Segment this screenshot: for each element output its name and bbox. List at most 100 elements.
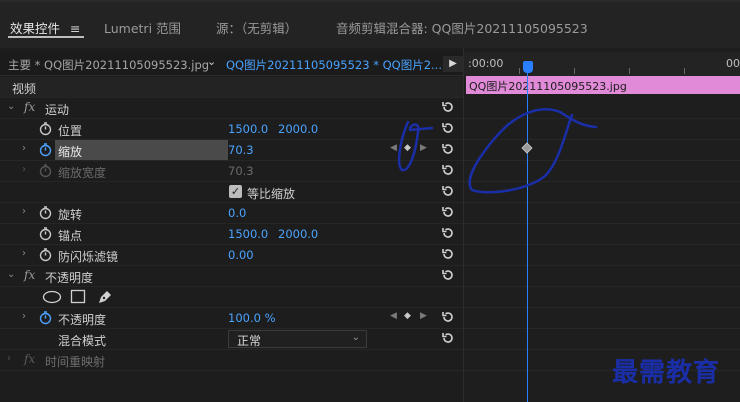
sequence-clip-label[interactable]: QQ图片20211105095523 * QQ图片2... bbox=[226, 57, 442, 73]
timeline-row bbox=[464, 161, 740, 182]
stopwatch-icon[interactable] bbox=[38, 247, 53, 262]
ruler-tick bbox=[684, 68, 685, 74]
time-remap-row[interactable]: › fx 时间重映射 bbox=[0, 350, 463, 371]
timeline-row bbox=[464, 245, 740, 266]
tab-source[interactable]: 源：（无剪辑） bbox=[216, 18, 297, 37]
chevron-down-icon[interactable]: ⌄ bbox=[7, 269, 15, 280]
watermark-logo: 最需教育 bbox=[612, 358, 721, 388]
playhead-line[interactable] bbox=[527, 72, 528, 402]
blend-mode-select[interactable]: 正常 ⌄ bbox=[228, 330, 367, 348]
reset-icon[interactable] bbox=[441, 247, 455, 261]
next-keyframe-icon[interactable]: ▶ bbox=[420, 311, 427, 321]
timeline-row bbox=[464, 329, 740, 350]
next-keyframe-icon[interactable]: ▶ bbox=[420, 143, 427, 153]
reset-icon[interactable] bbox=[441, 268, 455, 282]
stopwatch-icon[interactable] bbox=[38, 121, 53, 136]
chevron-down-icon[interactable]: ⌄ bbox=[207, 55, 216, 68]
pen-mask-icon[interactable] bbox=[97, 289, 113, 305]
ruler-tick bbox=[519, 68, 520, 74]
master-clip-label[interactable]: 主要 * QQ图片20211105095523.jpg bbox=[8, 57, 209, 73]
antiflicker-value[interactable]: 0.00 bbox=[228, 248, 254, 262]
motion-effect-row[interactable]: ⌄ fx 运动 bbox=[0, 98, 463, 119]
antiflicker-row: › 防闪烁滤镜 0.00 bbox=[0, 245, 463, 266]
uniform-scale-row: ✓ 等比缩放 bbox=[0, 182, 463, 203]
clip-bar[interactable]: QQ图片20211105095523.jpg bbox=[466, 76, 740, 94]
timeline-row bbox=[464, 182, 740, 203]
stopwatch-icon[interactable] bbox=[38, 226, 53, 241]
fx-icon[interactable]: fx bbox=[24, 100, 35, 114]
reset-icon[interactable] bbox=[441, 142, 455, 156]
panel-tab-bar: 效果控件 ≡ Lumetri 范围 源：（无剪辑） 音频剪辑混合器: QQ图片2… bbox=[0, 0, 740, 48]
scale-width-row: › 缩放宽度 70.3 bbox=[0, 161, 463, 182]
ellipse-mask-icon[interactable] bbox=[42, 290, 62, 304]
clip-name: QQ图片20211105095523.jpg bbox=[469, 80, 627, 93]
timecode-end: 00 bbox=[726, 57, 740, 70]
opacity-row: › 不透明度 100.0 % ◀ ◆ ▶ bbox=[0, 308, 463, 329]
time-ruler[interactable]: :00:00 00 bbox=[464, 52, 740, 76]
tab-effect-controls[interactable]: 效果控件 ≡ bbox=[10, 18, 80, 37]
panel-menu-icon[interactable]: ≡ bbox=[70, 21, 80, 36]
chevron-right-icon[interactable]: › bbox=[7, 353, 11, 364]
uniform-scale-checkbox[interactable]: ✓ bbox=[229, 185, 242, 198]
rectangle-mask-icon[interactable] bbox=[70, 289, 86, 304]
position-x-value[interactable]: 1500.0 bbox=[228, 122, 268, 136]
rotation-label: 旋转 bbox=[58, 208, 83, 222]
timeline-row bbox=[464, 266, 740, 287]
rotation-value[interactable]: 0.0 bbox=[228, 206, 246, 220]
chevron-down-icon[interactable]: ⌄ bbox=[7, 101, 15, 112]
chevron-right-icon[interactable]: › bbox=[22, 311, 26, 322]
mask-tools-row bbox=[0, 287, 463, 308]
stopwatch-active-icon[interactable] bbox=[38, 142, 53, 157]
scale-value[interactable]: 70.3 bbox=[228, 143, 254, 157]
video-label: 视频 bbox=[12, 82, 37, 96]
reset-icon[interactable] bbox=[441, 310, 455, 324]
tab-audio-clip-mixer[interactable]: 音频剪辑混合器: QQ图片20211105095523 bbox=[336, 18, 588, 37]
add-keyframe-icon[interactable]: ◆ bbox=[404, 311, 411, 321]
anchor-point-row: 锚点 1500.0 2000.0 bbox=[0, 224, 463, 245]
active-tab-underline bbox=[8, 36, 84, 38]
ruler-tick bbox=[629, 68, 630, 74]
opacity-value[interactable]: 100.0 % bbox=[228, 311, 276, 325]
reset-icon[interactable] bbox=[441, 331, 455, 345]
prev-keyframe-icon[interactable]: ◀ bbox=[390, 311, 397, 321]
play-icon[interactable]: ▶ bbox=[443, 56, 463, 72]
time-remap-label: 时间重映射 bbox=[45, 355, 106, 369]
position-label: 位置 bbox=[58, 124, 83, 138]
blend-mode-label: 混合模式 bbox=[58, 334, 107, 348]
chevron-right-icon[interactable]: › bbox=[22, 248, 26, 259]
opacity-section-label: 不透明度 bbox=[45, 271, 94, 285]
anchor-point-label: 锚点 bbox=[58, 229, 83, 243]
scale-row: › 缩放 70.3 ◀ ◆ ▶ bbox=[0, 140, 463, 161]
stopwatch-disabled-icon bbox=[39, 164, 52, 178]
timeline-row bbox=[464, 140, 740, 161]
chevron-right-icon[interactable]: › bbox=[22, 143, 26, 154]
timeline-row bbox=[464, 287, 740, 308]
tab-effect-controls-label: 效果控件 bbox=[10, 21, 61, 36]
reset-icon[interactable] bbox=[441, 100, 455, 114]
opacity-label: 不透明度 bbox=[58, 313, 107, 327]
ruler-tick bbox=[574, 68, 575, 74]
tab-lumetri-scopes[interactable]: Lumetri 范围 bbox=[104, 18, 181, 37]
timeline-row bbox=[464, 203, 740, 224]
prev-keyframe-icon[interactable]: ◀ bbox=[390, 143, 397, 153]
keyframe-diamond-icon[interactable] bbox=[521, 142, 533, 154]
reset-icon[interactable] bbox=[441, 121, 455, 135]
scale-label: 缩放 bbox=[58, 145, 83, 159]
reset-icon[interactable] bbox=[441, 205, 455, 219]
stopwatch-icon[interactable] bbox=[38, 205, 53, 220]
playhead-handle[interactable] bbox=[523, 61, 533, 73]
opacity-effect-row[interactable]: ⌄ fx 不透明度 bbox=[0, 266, 463, 287]
reset-icon[interactable] bbox=[441, 226, 455, 240]
position-y-value[interactable]: 2000.0 bbox=[278, 122, 318, 136]
chevron-right-icon[interactable]: › bbox=[22, 206, 26, 217]
stopwatch-active-icon[interactable] bbox=[38, 310, 53, 325]
blend-mode-row: 混合模式 正常 ⌄ bbox=[0, 329, 463, 350]
reset-icon[interactable] bbox=[441, 163, 455, 177]
effect-controls-timeline[interactable]: :00:00 00 QQ图片20211105095523.jpg bbox=[463, 48, 740, 402]
chevron-down-icon: ⌄ bbox=[351, 332, 360, 343]
add-keyframe-icon[interactable]: ◆ bbox=[404, 143, 411, 153]
reset-icon[interactable] bbox=[441, 184, 455, 198]
anchor-y-value[interactable]: 2000.0 bbox=[278, 227, 318, 241]
fx-icon[interactable]: fx bbox=[24, 268, 35, 282]
anchor-x-value[interactable]: 1500.0 bbox=[228, 227, 268, 241]
